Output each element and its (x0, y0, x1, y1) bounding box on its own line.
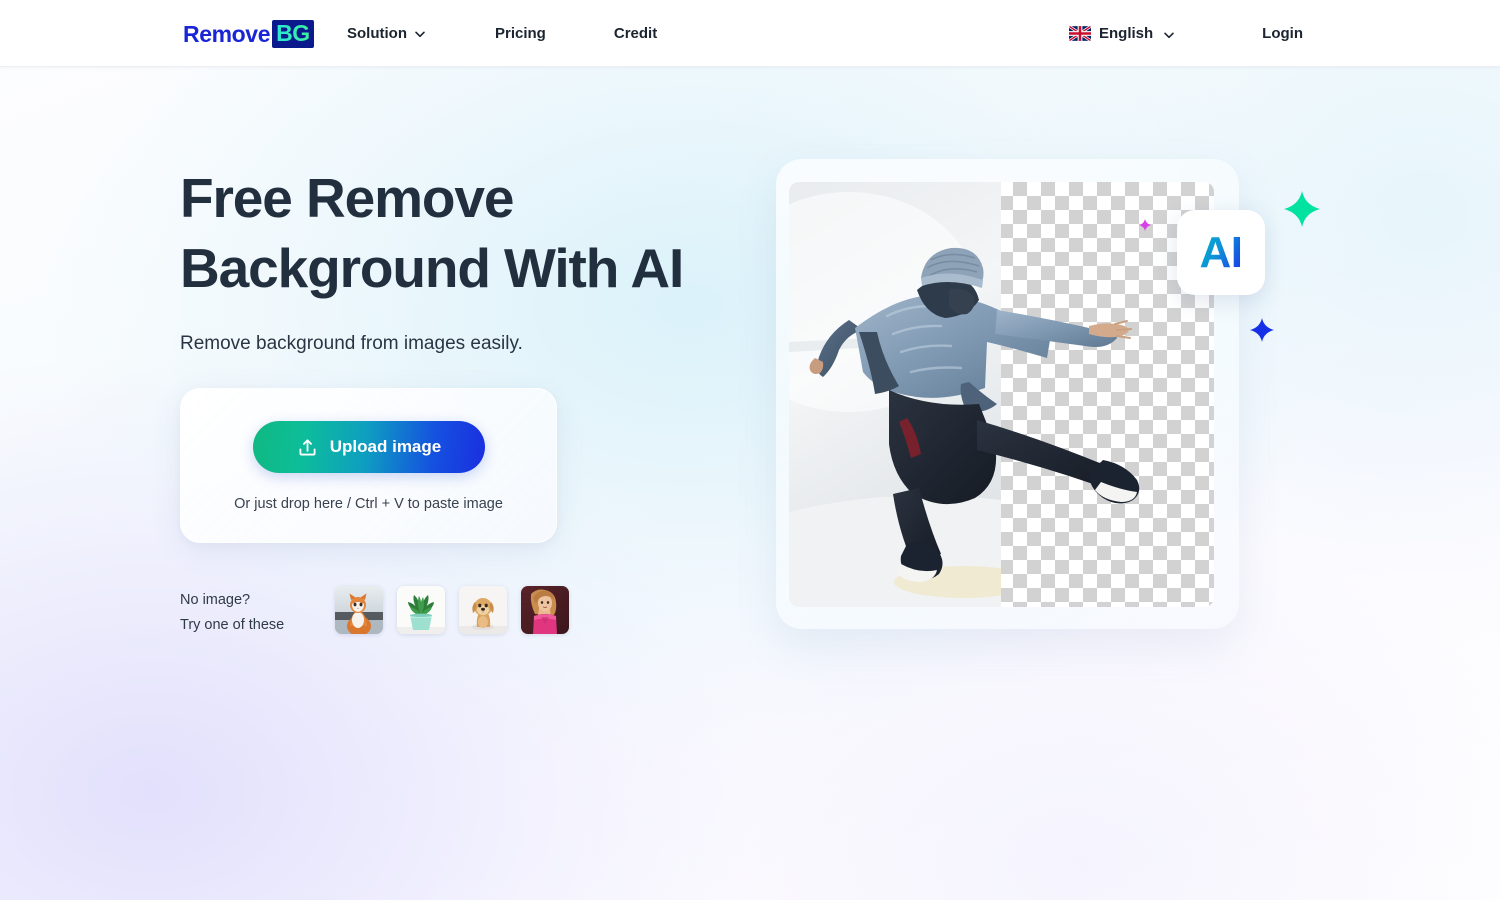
upload-dropzone[interactable]: Upload image Or just drop here / Ctrl + … (180, 388, 557, 543)
hero-text-block: Free Remove Background With AI Remove ba… (180, 163, 780, 358)
nav-item-solution[interactable]: Solution (347, 25, 425, 42)
language-label: English (1099, 25, 1154, 42)
ai-badge-label: AI (1199, 227, 1244, 277)
chevron-down-icon (1163, 28, 1174, 39)
sample-thumbnail-cat[interactable] (335, 586, 383, 634)
nav-label-pricing: Pricing (495, 25, 546, 42)
chevron-down-icon (414, 28, 425, 39)
preview-image (789, 182, 1214, 607)
sample-thumbnail-dog[interactable] (459, 586, 507, 634)
logo-text-remove: Remove (183, 20, 271, 47)
upload-image-button[interactable]: Upload image (252, 421, 485, 473)
main-nav: Solution Pricing Credit (347, 0, 657, 67)
logo[interactable]: Remove BG (183, 20, 314, 48)
samples-label-line2: Try one of these (180, 617, 285, 633)
sparkle-blue-icon (1250, 318, 1274, 342)
nav-item-credit[interactable]: Credit (614, 25, 657, 42)
upload-hint-text: Or just drop here / Ctrl + V to paste im… (234, 496, 503, 512)
sample-thumbnail-portrait[interactable] (521, 586, 569, 634)
site-header: Remove BG Solution Pricing Credit Englis… (0, 0, 1500, 67)
header-right-group: English Login (1069, 0, 1500, 67)
login-button[interactable]: Login (1262, 25, 1303, 42)
samples-label-line1: No image? (180, 592, 251, 608)
upload-button-label: Upload image (329, 437, 442, 456)
sample-thumbnail-list (335, 586, 569, 634)
samples-label: No image? Try one of these (180, 586, 335, 638)
sample-thumbnail-plant[interactable] (397, 586, 445, 634)
logo-badge-bg: BG (272, 20, 314, 48)
sample-images-section: No image? Try one of these (180, 586, 569, 638)
uk-flag-icon (1069, 26, 1091, 41)
language-selector[interactable]: English (1069, 25, 1174, 42)
sparkle-pink-icon (1139, 219, 1151, 231)
upload-icon (296, 436, 319, 459)
page-title: Free Remove Background With AI (180, 167, 684, 299)
nav-label-solution: Solution (347, 25, 407, 42)
page-root: Remove BG Solution Pricing Credit Englis… (0, 0, 1500, 900)
nav-item-pricing[interactable]: Pricing (495, 25, 546, 42)
ai-badge: AI (1177, 210, 1265, 295)
nav-label-credit: Credit (613, 25, 658, 42)
sparkle-green-icon (1284, 191, 1320, 227)
logo-text-bg: BG (276, 20, 310, 46)
hero-subtitle: Remove background from images easily. (180, 333, 523, 354)
